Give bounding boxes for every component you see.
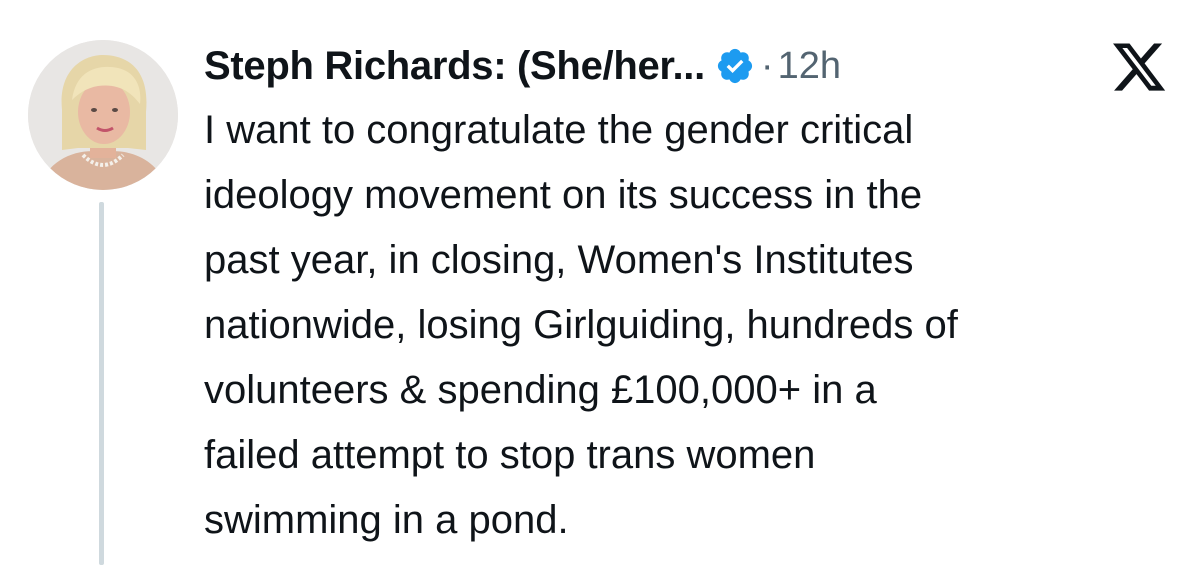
- avatar[interactable]: [28, 40, 178, 190]
- tweet-text: I want to congratulate the gender critic…: [204, 98, 1184, 553]
- thread-connector-line: [99, 202, 104, 565]
- tweet-text-line: ideology movement on its success in the: [204, 173, 923, 217]
- tweet-text-line: past year, in closing, Women's Institute…: [204, 238, 914, 282]
- tweet-text-line: volunteers & spending £100,000+ in a: [204, 368, 877, 412]
- verified-badge-icon: [715, 46, 755, 86]
- tweet-text-line: failed attempt to stop trans women: [204, 433, 816, 477]
- tweet-text-line: I want to congratulate the gender critic…: [204, 108, 914, 152]
- tweet-text-line: swimming in a pond.: [204, 498, 569, 542]
- separator-dot: ·: [760, 44, 774, 87]
- display-name[interactable]: Steph Richards: (She/her...: [204, 44, 705, 89]
- timestamp[interactable]: 12h: [778, 45, 841, 88]
- avatar-image: [28, 40, 178, 190]
- tweet-text-line: nationwide, losing Girlguiding, hundreds…: [204, 303, 958, 347]
- x-logo-icon[interactable]: [1110, 38, 1168, 96]
- tweet-header: Steph Richards: (She/her... · 12h: [204, 40, 841, 92]
